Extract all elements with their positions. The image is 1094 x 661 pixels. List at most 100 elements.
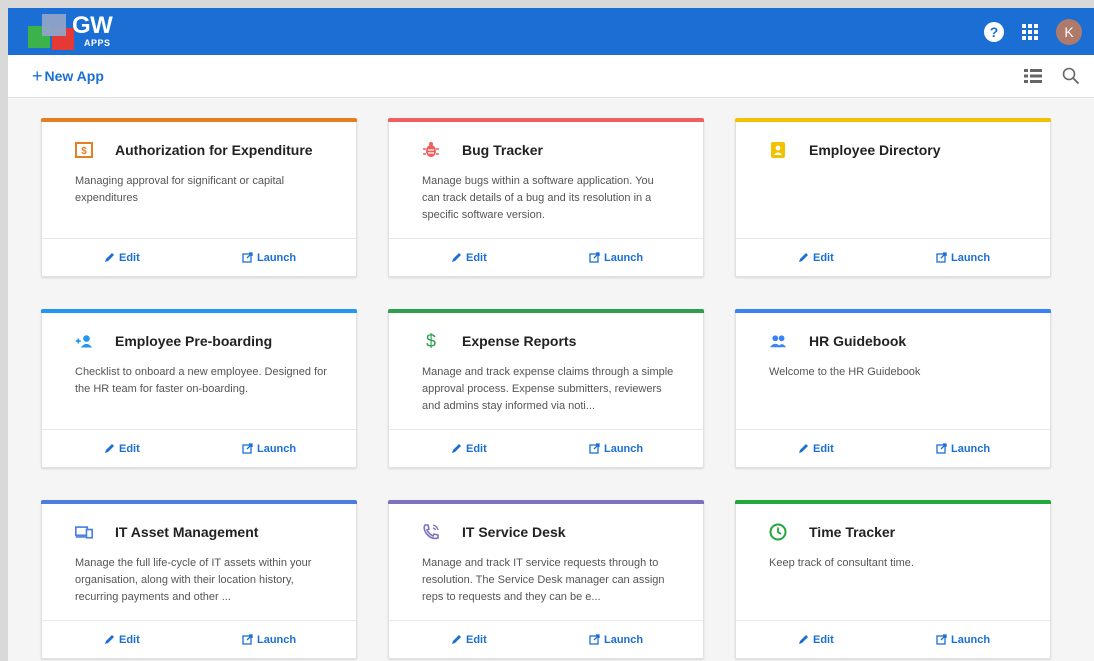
contact-card-icon — [769, 141, 787, 159]
edit-button[interactable]: Edit — [104, 443, 140, 455]
pencil-icon — [105, 253, 114, 262]
launch-button[interactable]: Launch — [936, 443, 990, 455]
card-accent-bar — [388, 118, 704, 122]
card-title[interactable]: IT Service Desk — [462, 524, 566, 540]
card-accent-bar — [735, 500, 1051, 504]
new-app-label: New App — [44, 68, 104, 84]
card-actions: Edit Launch — [736, 620, 1050, 658]
plus-icon: + — [32, 66, 43, 86]
edit-button[interactable]: Edit — [104, 634, 140, 646]
card-title[interactable]: Time Tracker — [809, 524, 895, 540]
avatar[interactable]: K — [1056, 18, 1082, 45]
card-actions: Edit Launch — [389, 620, 703, 658]
external-link-icon — [936, 252, 947, 263]
external-link-icon — [936, 634, 947, 645]
card-title[interactable]: Employee Pre-boarding — [115, 333, 272, 349]
brand-name: GW — [72, 12, 113, 39]
pencil-icon — [452, 635, 461, 644]
external-link-icon — [242, 634, 253, 645]
card-description: Welcome to the HR Guidebook — [769, 366, 921, 378]
card-description: Manage and track IT service requests thr… — [422, 557, 665, 603]
app-card: HR Guidebook Welcome to the HR Guidebook… — [735, 309, 1051, 468]
edit-button[interactable]: Edit — [451, 443, 487, 455]
app-card: IT Service Desk Manage and track IT serv… — [388, 500, 704, 659]
card-accent-bar — [41, 118, 357, 122]
card-accent-bar — [41, 309, 357, 313]
app-card: Time Tracker Keep track of consultant ti… — [735, 500, 1051, 659]
brand-sub: APPS — [84, 38, 111, 48]
pencil-icon — [452, 253, 461, 262]
edit-button[interactable]: Edit — [451, 252, 487, 264]
edit-button[interactable]: Edit — [451, 634, 487, 646]
pencil-icon — [105, 444, 114, 453]
pencil-icon — [105, 635, 114, 644]
app-card: $ Authorization for Expenditure Managing… — [41, 118, 357, 277]
card-title[interactable]: HR Guidebook — [809, 333, 906, 349]
launch-button[interactable]: Launch — [936, 252, 990, 264]
card-title[interactable]: Authorization for Expenditure — [115, 142, 313, 158]
card-title[interactable]: IT Asset Management — [115, 524, 258, 540]
pencil-icon — [799, 444, 808, 453]
card-actions: Edit Launch — [42, 429, 356, 467]
pencil-icon — [799, 635, 808, 644]
app-card: Bug Tracker Manage bugs within a softwar… — [388, 118, 704, 277]
card-title[interactable]: Bug Tracker — [462, 142, 543, 158]
card-actions: Edit Launch — [389, 238, 703, 276]
app-card: $ Expense Reports Manage and track expen… — [388, 309, 704, 468]
search-icon[interactable] — [1062, 67, 1080, 85]
gw-apps-logo[interactable]: GW APPS — [26, 8, 146, 55]
card-description: Checklist to onboard a new employee. Des… — [75, 366, 327, 395]
card-actions: Edit Launch — [42, 238, 356, 276]
card-accent-bar — [388, 500, 704, 504]
devices-icon — [75, 523, 93, 541]
people-icon — [769, 332, 787, 350]
app-launcher-icon[interactable] — [1022, 23, 1038, 40]
card-actions: Edit Launch — [736, 238, 1050, 276]
card-accent-bar — [388, 309, 704, 313]
edit-button[interactable]: Edit — [798, 634, 834, 646]
pencil-icon — [799, 253, 808, 262]
svg-text:$: $ — [81, 146, 87, 157]
top-bar: GW APPS ? K — [8, 8, 1094, 55]
add-person-icon — [75, 332, 93, 350]
list-view-icon[interactable] — [1024, 69, 1042, 83]
edit-button[interactable]: Edit — [104, 252, 140, 264]
external-link-icon — [589, 252, 600, 263]
help-icon[interactable]: ? — [984, 21, 1004, 42]
dollar-sign-icon: $ — [422, 332, 440, 350]
card-accent-bar — [41, 500, 357, 504]
card-accent-bar — [735, 118, 1051, 122]
launch-button[interactable]: Launch — [589, 443, 643, 455]
dollar-box-icon: $ — [75, 141, 93, 159]
launch-button[interactable]: Launch — [242, 443, 296, 455]
external-link-icon — [242, 443, 253, 454]
app-card: Employee Pre-boarding Checklist to onboa… — [41, 309, 357, 468]
card-description: Manage the full life-cycle of IT assets … — [75, 557, 312, 603]
svg-text:$: $ — [426, 332, 436, 350]
card-actions: Edit Launch — [389, 429, 703, 467]
launch-button[interactable]: Launch — [589, 634, 643, 646]
launch-button[interactable]: Launch — [242, 252, 296, 264]
edit-button[interactable]: Edit — [798, 252, 834, 264]
card-actions: Edit Launch — [42, 620, 356, 658]
phone-call-icon — [422, 523, 440, 541]
card-actions: Edit Launch — [736, 429, 1050, 467]
card-title[interactable]: Expense Reports — [462, 333, 576, 349]
app-window: GW APPS ? K + New App $ Authorization fo… — [8, 8, 1094, 661]
new-app-button[interactable]: + New App — [32, 66, 104, 86]
card-description: Manage and track expense claims through … — [422, 366, 674, 412]
edit-button[interactable]: Edit — [798, 443, 834, 455]
external-link-icon — [589, 634, 600, 645]
clock-icon — [769, 523, 787, 541]
toolbar: + New App — [8, 55, 1094, 98]
launch-button[interactable]: Launch — [589, 252, 643, 264]
card-accent-bar — [735, 309, 1051, 313]
launch-button[interactable]: Launch — [242, 634, 296, 646]
card-description: Keep track of consultant time. — [769, 557, 914, 569]
external-link-icon — [936, 443, 947, 454]
app-card: IT Asset Management Manage the full life… — [41, 500, 357, 659]
app-card: Employee Directory Edit Launch — [735, 118, 1051, 277]
bug-icon — [422, 141, 440, 159]
launch-button[interactable]: Launch — [936, 634, 990, 646]
card-title[interactable]: Employee Directory — [809, 142, 941, 158]
